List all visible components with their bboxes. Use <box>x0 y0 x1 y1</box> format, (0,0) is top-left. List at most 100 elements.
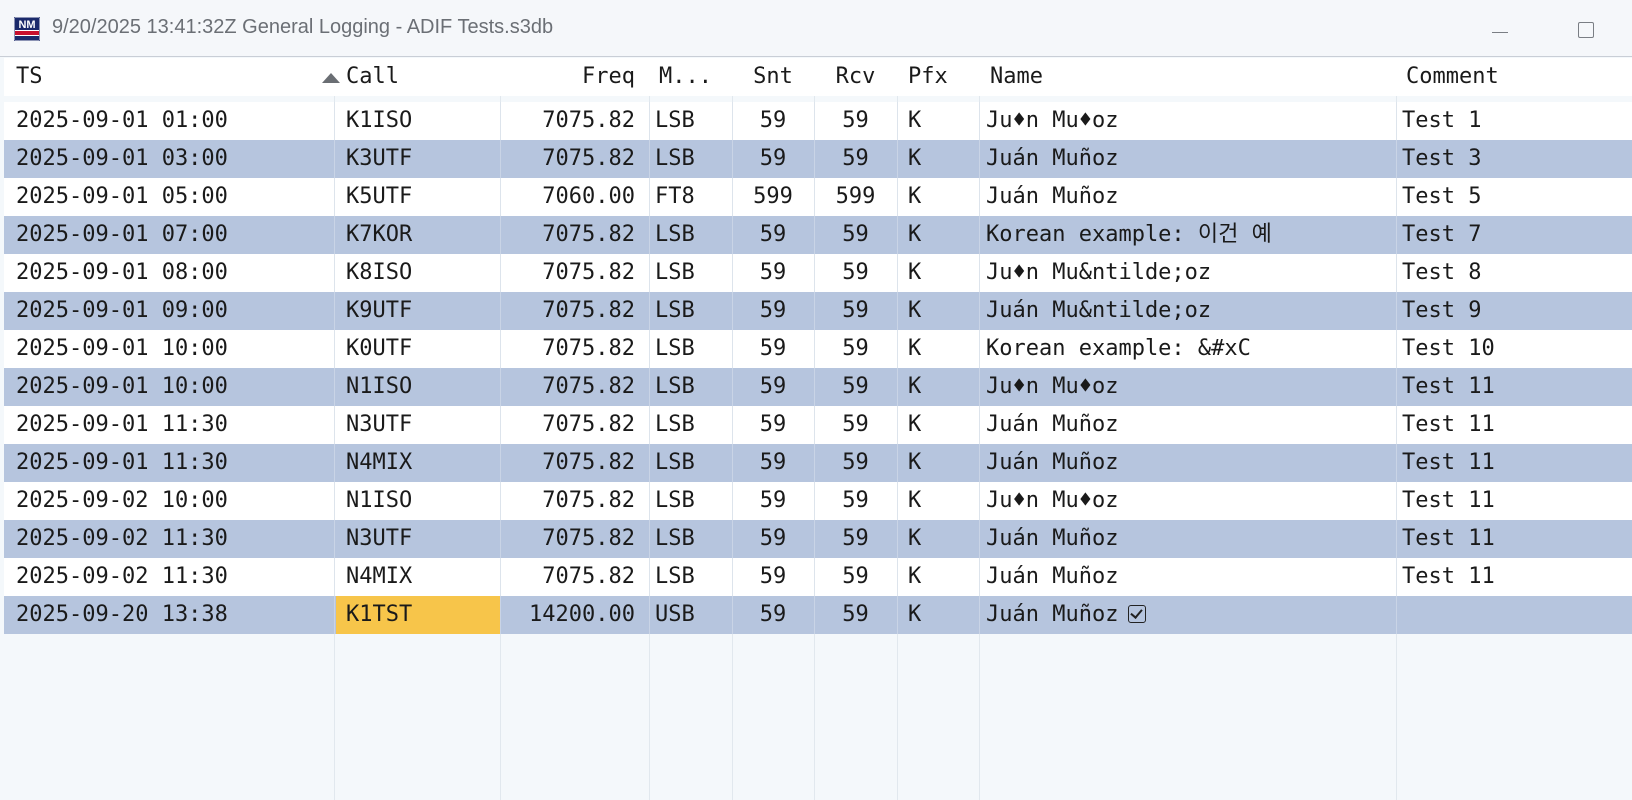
cell-snt[interactable]: 59 <box>732 102 814 140</box>
column-header-comment[interactable]: Comment <box>1406 58 1499 96</box>
cell-pfx[interactable]: K <box>908 140 968 178</box>
cell-call[interactable]: K3UTF <box>346 140 496 178</box>
cell-snt[interactable]: 59 <box>732 368 814 406</box>
cell-comment[interactable]: Test 11 <box>1402 520 1630 558</box>
cell-name[interactable]: Juán Muñoz <box>986 140 1394 178</box>
column-header-snt[interactable]: Snt <box>732 58 814 96</box>
cell-freq[interactable]: 14200.00 <box>504 596 635 634</box>
cell-ts[interactable]: 2025-09-01 07:00 <box>16 216 332 254</box>
cell-pfx[interactable]: K <box>908 482 968 520</box>
cell-snt[interactable]: 59 <box>732 330 814 368</box>
cell-rcv[interactable]: 59 <box>814 596 897 634</box>
cell-comment[interactable]: Test 11 <box>1402 482 1630 520</box>
cell-name[interactable]: Juán Muñoz <box>986 444 1394 482</box>
cell-rcv[interactable]: 59 <box>814 330 897 368</box>
cell-freq[interactable]: 7075.82 <box>504 558 635 596</box>
cell-name[interactable]: Korean example: 이건 예 <box>986 216 1394 254</box>
table-row[interactable]: 2025-09-01 10:00 N1ISO 7075.82 LSB 59 59 K Ju♦n… <box>4 368 1632 406</box>
cell-call[interactable]: K0UTF <box>346 330 496 368</box>
cell-name[interactable]: Juán Muñoz <box>986 520 1394 558</box>
cell-comment[interactable]: Test 9 <box>1402 292 1630 330</box>
cell-call[interactable]: K9UTF <box>346 292 496 330</box>
cell-ts[interactable]: 2025-09-01 11:30 <box>16 406 332 444</box>
cell-rcv[interactable]: 599 <box>814 178 897 216</box>
cell-snt[interactable]: 59 <box>732 482 814 520</box>
table-row[interactable]: 2025-09-01 10:00 K0UTF 7075.82 LSB 59 59 K Kore… <box>4 330 1632 368</box>
cell-freq[interactable]: 7075.82 <box>504 292 635 330</box>
cell-rcv[interactable]: 59 <box>814 254 897 292</box>
cell-name[interactable]: Korean example: &#xC <box>986 330 1394 368</box>
cell-name[interactable]: Juán Mu&ntilde;oz <box>986 292 1394 330</box>
table-row[interactable]: 2025-09-01 05:00 K5UTF 7060.00 FT8 599 599 K Ju… <box>4 178 1632 216</box>
cell-ts[interactable]: 2025-09-01 10:00 <box>16 330 332 368</box>
cell-freq[interactable]: 7075.82 <box>504 520 635 558</box>
cell-call[interactable]: K8ISO <box>346 254 496 292</box>
cell-pfx[interactable]: K <box>908 330 968 368</box>
cell-rcv[interactable]: 59 <box>814 292 897 330</box>
cell-freq[interactable]: 7075.82 <box>504 444 635 482</box>
cell-call[interactable]: N1ISO <box>346 482 496 520</box>
cell-name[interactable]: Ju♦n Mu♦oz <box>986 368 1394 406</box>
cell-ts[interactable]: 2025-09-02 11:30 <box>16 558 332 596</box>
table-row[interactable]: 2025-09-01 01:00 K1ISO 7075.82 LSB 59 59 K Ju♦n… <box>4 102 1632 140</box>
cell-comment[interactable]: Test 10 <box>1402 330 1630 368</box>
cell-mode[interactable]: USB <box>655 596 730 634</box>
cell-mode[interactable]: LSB <box>655 254 730 292</box>
cell-call[interactable]: N3UTF <box>346 406 496 444</box>
table-row[interactable]: 2025-09-01 11:30 N4MIX 7075.82 LSB 59 59 K Juán… <box>4 444 1632 482</box>
cell-name[interactable]: Ju♦n Mu♦oz <box>986 102 1394 140</box>
cell-call[interactable]: N4MIX <box>346 558 496 596</box>
cell-mode[interactable]: LSB <box>655 292 730 330</box>
cell-mode[interactable]: LSB <box>655 406 730 444</box>
maximize-button[interactable] <box>1566 10 1606 46</box>
table-row[interactable]: 2025-09-01 07:00 K7KOR 7075.82 LSB 59 59 K Kore… <box>4 216 1632 254</box>
cell-mode[interactable]: LSB <box>655 102 730 140</box>
table-row[interactable]: 2025-09-02 11:30 N3UTF 7075.82 LSB 59 59 K Juán… <box>4 520 1632 558</box>
cell-freq[interactable]: 7075.82 <box>504 254 635 292</box>
cell-mode[interactable]: LSB <box>655 330 730 368</box>
cell-call[interactable]: N4MIX <box>346 444 496 482</box>
cell-ts[interactable]: 2025-09-01 03:00 <box>16 140 332 178</box>
column-header-freq[interactable]: Freq <box>504 58 635 96</box>
log-grid[interactable]: TS Call Freq M... Snt Rcv Pfx Name Comme… <box>4 58 1632 800</box>
cell-ts[interactable]: 2025-09-01 09:00 <box>16 292 332 330</box>
table-row[interactable]: 2025-09-02 11:30 N4MIX 7075.82 LSB 59 59 K Juán… <box>4 558 1632 596</box>
table-row[interactable]: 2025-09-01 08:00 K8ISO 7075.82 LSB 59 59 K Ju♦n… <box>4 254 1632 292</box>
table-row[interactable]: 2025-09-02 10:00 N1ISO 7075.82 LSB 59 59 K Ju♦n… <box>4 482 1632 520</box>
cell-snt[interactable]: 59 <box>732 520 814 558</box>
cell-mode[interactable]: LSB <box>655 482 730 520</box>
cell-rcv[interactable]: 59 <box>814 406 897 444</box>
cell-comment[interactable]: Test 11 <box>1402 368 1630 406</box>
cell-call[interactable]: K1TST <box>346 596 496 634</box>
cell-mode[interactable]: LSB <box>655 216 730 254</box>
cell-snt[interactable]: 599 <box>732 178 814 216</box>
table-row[interactable]: 2025-09-01 03:00 K3UTF 7075.82 LSB 59 59 K Juán… <box>4 140 1632 178</box>
cell-ts[interactable]: 2025-09-01 08:00 <box>16 254 332 292</box>
cell-call[interactable]: K1ISO <box>346 102 496 140</box>
cell-mode[interactable]: FT8 <box>655 178 730 216</box>
column-header-rcv[interactable]: Rcv <box>814 58 897 96</box>
cell-ts[interactable]: 2025-09-01 01:00 <box>16 102 332 140</box>
cell-comment[interactable]: Test 11 <box>1402 558 1630 596</box>
cell-mode[interactable]: LSB <box>655 368 730 406</box>
cell-snt[interactable]: 59 <box>732 140 814 178</box>
cell-comment[interactable] <box>1402 596 1630 634</box>
cell-snt[interactable]: 59 <box>732 596 814 634</box>
cell-name[interactable]: Ju♦n Mu&ntilde;oz <box>986 254 1394 292</box>
cell-pfx[interactable]: K <box>908 368 968 406</box>
cell-pfx[interactable]: K <box>908 406 968 444</box>
cell-rcv[interactable]: 59 <box>814 216 897 254</box>
cell-pfx[interactable]: K <box>908 558 968 596</box>
cell-snt[interactable]: 59 <box>732 254 814 292</box>
cell-pfx[interactable]: K <box>908 216 968 254</box>
column-header-pfx[interactable]: Pfx <box>908 58 948 96</box>
cell-mode[interactable]: LSB <box>655 140 730 178</box>
table-row[interactable]: 2025-09-20 13:38 K1TST 14200.00 USB 59 59 K Juá… <box>4 596 1632 634</box>
cell-comment[interactable]: Test 8 <box>1402 254 1630 292</box>
cell-freq[interactable]: 7075.82 <box>504 482 635 520</box>
cell-ts[interactable]: 2025-09-01 10:00 <box>16 368 332 406</box>
cell-comment[interactable]: Test 3 <box>1402 140 1630 178</box>
column-header-mode[interactable]: M... <box>659 58 712 96</box>
cell-pfx[interactable]: K <box>908 596 968 634</box>
cell-freq[interactable]: 7075.82 <box>504 330 635 368</box>
